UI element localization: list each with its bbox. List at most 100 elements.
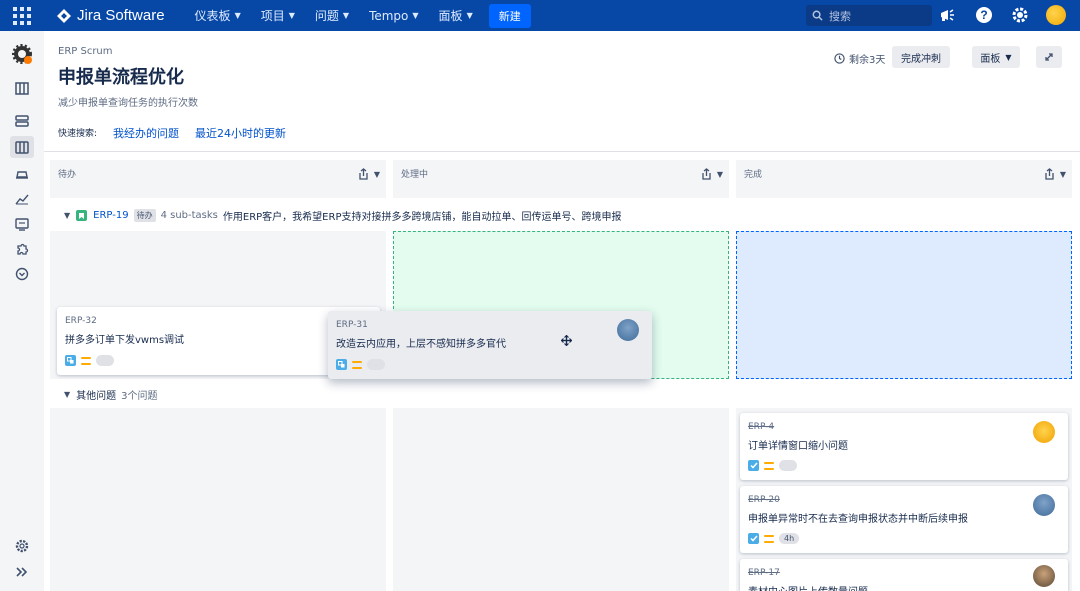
assignee-avatar[interactable]: [1033, 494, 1055, 516]
swimlane-parent-header[interactable]: ▼ ERP-19 待办 4 sub-tasks 作用ERP客户，我希望ERP支持…: [64, 208, 621, 223]
chevron-down-icon: ▼: [412, 11, 419, 20]
column-done-label: 完成: [744, 170, 763, 180]
issue-key: ERP-32: [65, 316, 97, 326]
task-checkbox-icon: [748, 533, 759, 544]
issue-summary: 素材中心图片上传数量问题: [748, 583, 868, 591]
issue-card-erp-17[interactable]: ERP-17 素材中心图片上传数量问题: [740, 559, 1068, 591]
issue-meta: [65, 355, 114, 366]
chevron-down-icon: ▼: [64, 211, 71, 220]
issue-summary: 申报单异常时不在去查询申报状态并中断后续申报: [748, 514, 968, 525]
quick-filter-my-issues[interactable]: 我经办的问题: [113, 125, 179, 141]
assignee-avatar[interactable]: [1033, 421, 1055, 443]
expand-sidebar-icon[interactable]: [10, 561, 34, 583]
active-sprint-board-icon[interactable]: [10, 136, 34, 158]
chevron-down-icon: ▼: [373, 169, 380, 179]
jira-logo[interactable]: Jira Software: [56, 7, 165, 24]
issue-meta: 4h: [748, 533, 800, 544]
swimlane-other-header[interactable]: ▼ 其他问题 3个问题: [64, 387, 158, 402]
column-done-header: 完成 ▼: [736, 160, 1072, 198]
issue-meta: [336, 359, 385, 370]
assignee-avatar[interactable]: [1033, 565, 1055, 587]
other-issues-label: 其他问题: [76, 391, 117, 402]
share-icon: [702, 168, 711, 180]
project-settings-gear-icon[interactable]: [10, 535, 34, 557]
nav-boards-label: 面板: [438, 9, 463, 23]
issues-icon[interactable]: [10, 213, 34, 235]
project-sidebar: [0, 31, 44, 591]
sprint-remaining: 剩余3天: [834, 51, 885, 66]
chevron-down-icon: ▼: [288, 11, 295, 20]
issue-key: ERP-20: [748, 495, 780, 505]
time-tracking-icon[interactable]: [10, 263, 34, 285]
search-icon: [812, 10, 823, 21]
share-icon: [359, 168, 368, 180]
board-menu-label: 面板: [980, 53, 1001, 65]
nav-tempo-label: Tempo: [369, 8, 409, 23]
releases-icon[interactable]: [10, 163, 34, 185]
nav-issues[interactable]: 问题 ▼: [315, 7, 349, 24]
move-cursor-icon: [561, 335, 572, 346]
assignee-avatar[interactable]: [617, 319, 639, 341]
clock-icon: [834, 53, 845, 64]
quick-filter-recently-updated[interactable]: 最近24小时的更新: [195, 125, 286, 141]
settings-gear-icon[interactable]: [1010, 5, 1030, 25]
header-divider: [44, 151, 1080, 152]
column-todo-header: 待办 ▼: [50, 160, 386, 198]
issue-summary: 改造云内应用，上层不感知拼多多官代: [336, 339, 506, 350]
roadmap-icon[interactable]: [10, 77, 34, 99]
estimate-pill: [367, 359, 385, 370]
issue-card-erp-31-dragging[interactable]: ERP-31 改造云内应用，上层不感知拼多多官代: [328, 311, 652, 379]
expand-icon: [1045, 53, 1053, 61]
column-done-menu[interactable]: ▼: [1044, 168, 1066, 180]
chevron-down-icon: ▼: [342, 11, 350, 20]
issue-summary: 订单详情窗口缩小问题: [748, 441, 848, 452]
chevron-down-icon: ▼: [234, 11, 241, 20]
nav-tempo[interactable]: Tempo ▼: [369, 9, 418, 23]
create-button[interactable]: 新建: [488, 3, 531, 28]
other-issues-count: 3个问题: [121, 391, 158, 402]
notifications-megaphone-icon[interactable]: [938, 5, 958, 25]
issue-meta: [748, 460, 797, 471]
nav-projects[interactable]: 项目 ▼: [261, 7, 295, 24]
issue-card-erp-20[interactable]: ERP-20 申报单异常时不在去查询申报状态并中断后续申报 4h: [740, 486, 1068, 553]
jira-logo-icon: [57, 8, 71, 23]
column-in-progress-label: 处理中: [401, 170, 429, 180]
priority-medium-icon: [81, 356, 91, 365]
column-in-progress-menu[interactable]: ▼: [701, 168, 723, 180]
avatar-icon: [1046, 5, 1066, 25]
parent-issue-key[interactable]: ERP-19: [93, 210, 128, 221]
subtask-icon: [65, 355, 76, 366]
priority-medium-icon: [352, 360, 362, 369]
chevron-down-icon: ▼: [716, 169, 723, 179]
fullscreen-button[interactable]: [1036, 46, 1062, 68]
top-navigation: Jira Software 仪表板 ▼ 项目 ▼ 问题 ▼ Tempo ▼ 面板 ▼ 新建…: [0, 0, 1080, 31]
sprint-title: 申报单流程优化: [58, 67, 184, 88]
subtask-icon: [336, 359, 347, 370]
nav-boards[interactable]: 面板 ▼: [439, 7, 473, 24]
nav-issues-label: 问题: [314, 9, 339, 23]
search-input[interactable]: 搜索: [806, 5, 932, 26]
board-menu-button[interactable]: 面板 ▼: [972, 46, 1020, 68]
addons-puzzle-icon[interactable]: [10, 239, 34, 261]
share-icon: [1045, 168, 1054, 180]
project-name[interactable]: ERP Scrum: [58, 46, 113, 57]
app-grid-icon: [13, 6, 31, 25]
parent-subtask-count: 4 sub-tasks: [160, 210, 218, 221]
help-icon[interactable]: ?: [974, 5, 994, 25]
app-switcher-button[interactable]: [0, 0, 44, 31]
estimate-pill: [96, 355, 114, 366]
issue-card-erp-4[interactable]: ERP-4 订单详情窗口缩小问题: [740, 413, 1068, 480]
reports-icon[interactable]: [10, 188, 34, 210]
column-todo-menu[interactable]: ▼: [358, 168, 380, 180]
product-name: Jira Software: [77, 7, 165, 24]
user-avatar[interactable]: [1046, 5, 1066, 25]
nav-dashboards[interactable]: 仪表板 ▼: [195, 7, 241, 24]
column-in-progress-header: 处理中 ▼: [393, 160, 729, 198]
remaining-days: 剩余3天: [849, 55, 886, 66]
backlog-icon[interactable]: [10, 110, 34, 132]
svg-text:?: ?: [980, 8, 987, 22]
drop-zone-done[interactable]: [736, 231, 1072, 379]
project-avatar-icon[interactable]: [10, 43, 34, 65]
complete-sprint-button[interactable]: 完成冲刺: [892, 46, 950, 68]
estimate-pill: 4h: [779, 533, 800, 544]
